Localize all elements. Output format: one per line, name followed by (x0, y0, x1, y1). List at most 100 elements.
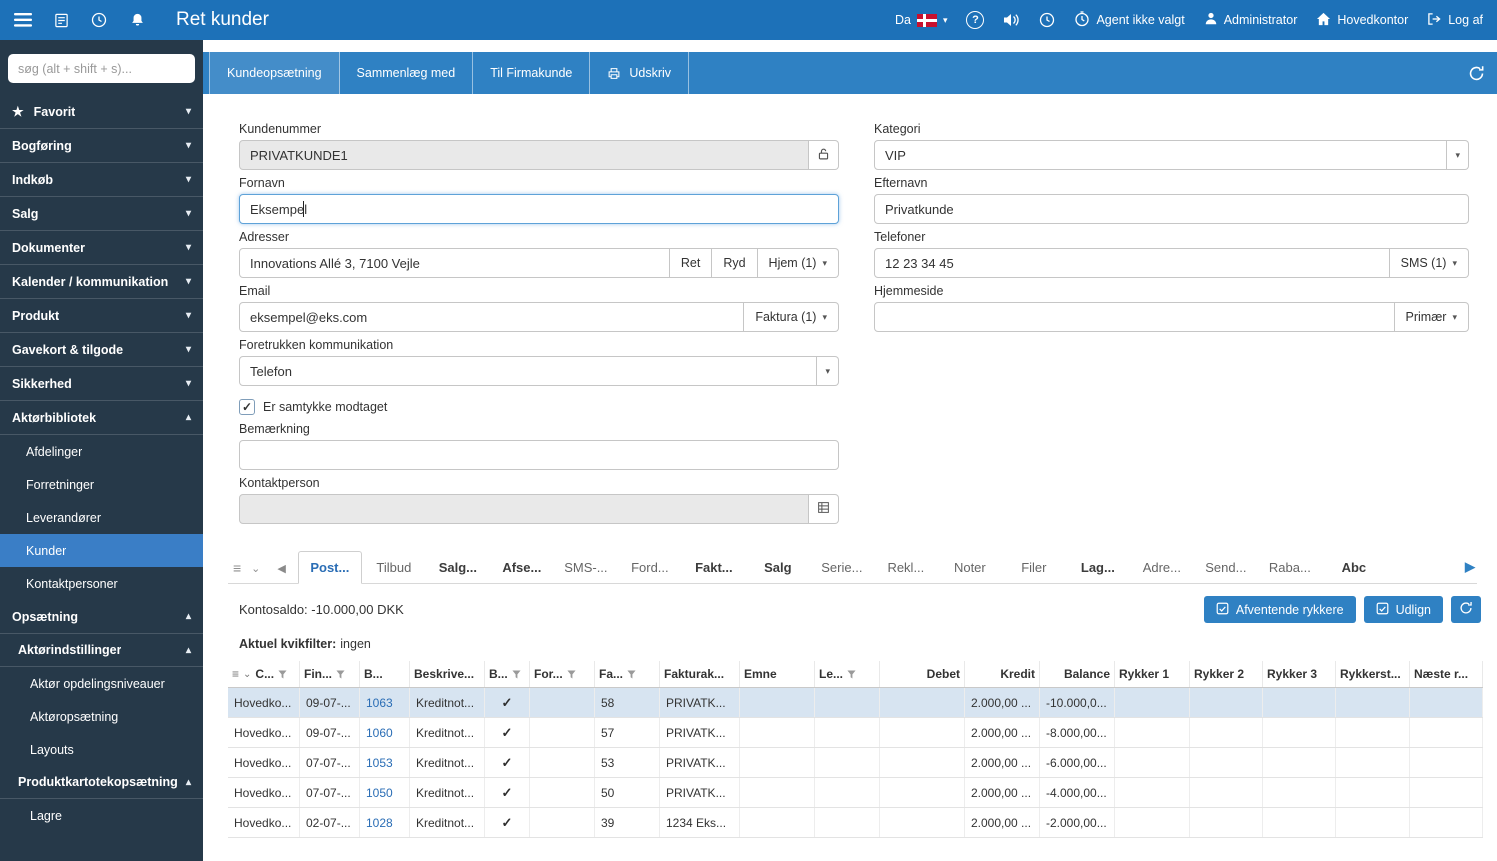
tab-send[interactable]: Send... (1194, 552, 1258, 583)
ryd-button[interactable]: Ryd (712, 248, 758, 278)
column-header-fa[interactable]: Fa... (595, 661, 660, 687)
scroll-left-icon[interactable]: ◀ (265, 562, 297, 583)
afventende-rykkere-button[interactable]: Afventende rykkere (1203, 596, 1356, 623)
table-row[interactable]: Hovedko... 07-07-... 1053 Kreditnot... ✓ 53 PR… (228, 748, 1483, 778)
tab-abc[interactable]: Abc (1322, 552, 1386, 583)
sidebar-item-aktøropsætning[interactable]: Aktøropsætning (0, 700, 203, 733)
primaer-dropdown-button[interactable]: Primær ▾ (1394, 302, 1469, 332)
tab-list-icon[interactable]: ≡ (228, 561, 246, 583)
tab-sms[interactable]: SMS-... (554, 552, 618, 583)
column-header-for[interactable]: For... (530, 661, 595, 687)
filter-icon[interactable] (512, 669, 521, 679)
toolbar-button-til-firmakunde[interactable]: Til Firmakunde (473, 52, 591, 94)
invoice-link[interactable]: 1028 (366, 816, 393, 830)
sidebar-item-afdelinger[interactable]: Afdelinger (0, 435, 203, 468)
tab-afse[interactable]: Afse... (490, 552, 554, 583)
faktura-dropdown-button[interactable]: Faktura (1) ▾ (744, 302, 839, 332)
column-header-næste-r[interactable]: Næste r... (1410, 661, 1483, 687)
office-menu[interactable]: Hovedkontor (1316, 12, 1408, 29)
column-header-fakturak[interactable]: Fakturak... (660, 661, 740, 687)
sidebar-item-kontaktpersoner[interactable]: Kontaktpersoner (0, 567, 203, 600)
clock-icon[interactable] (1039, 12, 1055, 28)
toolbar-button-kundeopsætning[interactable]: Kundeopsætning (209, 52, 340, 94)
column-header-b[interactable]: B... (360, 661, 410, 687)
sidebar-item-produktkartotekopsætning[interactable]: Produktkartotekopsætning ▴ (0, 766, 203, 799)
chevron-down-icon[interactable]: ⌄ (243, 669, 251, 680)
column-header-emne[interactable]: Emne (740, 661, 815, 687)
adresser-field[interactable] (239, 248, 670, 278)
tab-adre[interactable]: Adre... (1130, 552, 1194, 583)
lock-button[interactable] (809, 140, 839, 170)
help-icon[interactable]: ? (966, 11, 985, 29)
column-header-rykker-1[interactable]: Rykker 1 (1115, 661, 1190, 687)
tab-noter[interactable]: Noter (938, 552, 1002, 583)
clock-icon[interactable] (86, 7, 112, 33)
column-header-b[interactable]: B... (485, 661, 530, 687)
sidebar-item-kalender-kommunikation[interactable]: Kalender / kommunikation ▾ (0, 265, 203, 299)
sidebar-item-indkøb[interactable]: Indkøb ▾ (0, 163, 203, 197)
filter-icon[interactable] (567, 669, 576, 679)
filter-icon[interactable] (336, 669, 345, 679)
invoice-link[interactable]: 1063 (366, 696, 393, 710)
sidebar-item-kunder[interactable]: Kunder (0, 534, 203, 567)
fornavn-field[interactable] (239, 194, 839, 224)
refresh-button[interactable] (1451, 596, 1481, 623)
sidebar-search-input[interactable] (8, 54, 195, 83)
table-row[interactable]: Hovedko... 09-07-... 1063 Kreditnot... ✓ 58 PR… (228, 688, 1483, 718)
toolbar-button-sammenlæg-med[interactable]: Sammenlæg med (340, 52, 474, 94)
sidebar-item-dokumenter[interactable]: Dokumenter ▾ (0, 231, 203, 265)
hjemmeside-field[interactable] (874, 302, 1395, 332)
report-icon[interactable] (48, 7, 74, 33)
chevron-down-icon[interactable]: ⌄ (246, 564, 265, 583)
tab-filer[interactable]: Filer (1002, 552, 1066, 583)
menu-icon[interactable] (10, 7, 36, 33)
sidebar-item-salg[interactable]: Salg ▾ (0, 197, 203, 231)
sidebar-item-aktør-opdelingsniveauer[interactable]: Aktør opdelingsniveauer (0, 667, 203, 700)
column-header-rykker-3[interactable]: Rykker 3 (1263, 661, 1336, 687)
toolbar-button-udskriv[interactable]: Udskriv (590, 52, 690, 94)
kommunikation-dropdown-button[interactable]: ▾ (817, 356, 839, 386)
speaker-icon[interactable] (1003, 13, 1020, 27)
column-header-c[interactable]: ≡ ⌄ C... (228, 661, 300, 687)
tab-ford[interactable]: Ford... (618, 552, 682, 583)
invoice-link[interactable]: 1050 (366, 786, 393, 800)
sidebar-item-lagre[interactable]: Lagre (0, 799, 203, 832)
agent-selector[interactable]: Agent ikke valgt (1074, 10, 1185, 30)
sidebar-item-opsætning[interactable]: Opsætning ▴ (0, 600, 203, 634)
tab-fakt[interactable]: Fakt... (682, 552, 746, 583)
sidebar-item-favorit[interactable]: ★ Favorit ▾ (0, 95, 203, 129)
sidebar-item-gavekort-tilgode[interactable]: Gavekort & tilgode ▾ (0, 333, 203, 367)
invoice-link[interactable]: 1060 (366, 726, 393, 740)
invoice-link[interactable]: 1053 (366, 756, 393, 770)
column-header-beskrive[interactable]: Beskrive... (410, 661, 485, 687)
samtykke-checkbox[interactable]: ✓ (239, 399, 255, 415)
bemaerkning-field[interactable] (239, 440, 839, 470)
sidebar-item-produkt[interactable]: Produkt ▾ (0, 299, 203, 333)
sidebar-item-layouts[interactable]: Layouts (0, 733, 203, 766)
sidebar-item-sikkerhed[interactable]: Sikkerhed ▾ (0, 367, 203, 401)
sidebar-item-aktørbibliotek[interactable]: Aktørbibliotek ▴ (0, 401, 203, 435)
kategori-select[interactable] (874, 140, 1448, 170)
user-menu[interactable]: Administrator (1204, 11, 1297, 29)
sidebar-item-bogføring[interactable]: Bogføring ▾ (0, 129, 203, 163)
tab-raba[interactable]: Raba... (1258, 552, 1322, 583)
column-header-le[interactable]: Le... (815, 661, 880, 687)
tab-salg[interactable]: Salg... (426, 552, 490, 583)
column-header-rykker-2[interactable]: Rykker 2 (1190, 661, 1263, 687)
column-header-debet[interactable]: Debet (880, 661, 965, 687)
efternavn-field[interactable] (874, 194, 1469, 224)
kategori-dropdown-button[interactable]: ▾ (1447, 140, 1469, 170)
sidebar-item-forretninger[interactable]: Forretninger (0, 468, 203, 501)
filter-icon[interactable] (847, 669, 856, 679)
filter-icon[interactable] (627, 669, 636, 679)
column-header-balance[interactable]: Balance (1040, 661, 1115, 687)
language-selector[interactable]: Da ▾ (895, 13, 948, 27)
list-icon[interactable]: ≡ (232, 667, 239, 681)
table-row[interactable]: Hovedko... 09-07-... 1060 Kreditnot... ✓ 57 PR… (228, 718, 1483, 748)
udlign-button[interactable]: Udlign (1363, 596, 1443, 623)
logout-button[interactable]: Log af (1427, 12, 1483, 29)
tab-rekl[interactable]: Rekl... (874, 552, 938, 583)
table-row[interactable]: Hovedko... 07-07-... 1050 Kreditnot... ✓ 50 PR… (228, 778, 1483, 808)
kommunikation-select[interactable] (239, 356, 818, 386)
email-field[interactable] (239, 302, 745, 332)
